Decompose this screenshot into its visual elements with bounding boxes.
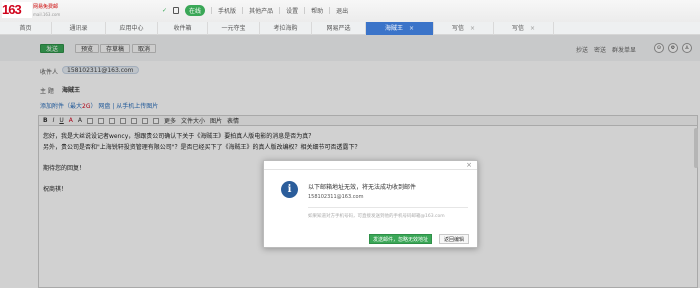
logo-number: 163 bbox=[2, 2, 22, 17]
nav-help[interactable]: 帮助 bbox=[311, 6, 323, 15]
tab-label: 网易严选 bbox=[326, 25, 351, 32]
divider bbox=[304, 7, 306, 14]
tab-label: 写信 bbox=[511, 25, 524, 32]
tab-inbox[interactable]: 收件箱 bbox=[158, 22, 208, 35]
tab-label: 考拉海购 bbox=[273, 25, 298, 32]
close-icon[interactable]: × bbox=[470, 25, 475, 32]
tab-compose-active[interactable]: 海賊王 × bbox=[366, 22, 434, 35]
invalid-address: 158102311@163.com bbox=[308, 194, 364, 200]
divider bbox=[329, 7, 331, 14]
close-icon[interactable]: × bbox=[409, 25, 414, 32]
online-status[interactable]: 在线 bbox=[185, 5, 206, 16]
tab-label: 应用中心 bbox=[119, 25, 144, 32]
tab-compose[interactable]: 写信 × bbox=[494, 22, 554, 35]
tab-kaola[interactable]: 考拉海购 bbox=[260, 22, 312, 35]
tab-label: 首页 bbox=[19, 25, 32, 32]
top-nav: ✓ 在线 手机版 其他产品 设置 帮助 退出 bbox=[162, 5, 348, 16]
divider bbox=[242, 7, 244, 14]
tab-home[interactable]: 首页 bbox=[0, 22, 52, 35]
tab-label: 海賊王 bbox=[384, 25, 403, 32]
tab-bar: 首页 通讯录 应用中心 收件箱 一元夺宝 考拉海购 网易严选 海賊王 × 写信 × … bbox=[0, 22, 700, 35]
logo-text: 网易免费邮 bbox=[33, 4, 59, 10]
close-icon[interactable]: × bbox=[466, 161, 472, 169]
divider bbox=[308, 207, 468, 208]
info-icon: i bbox=[281, 181, 298, 198]
dialog-title: 以下邮箱地址无效，将无法成功收到邮件 bbox=[308, 184, 417, 191]
send-anyway-button[interactable]: 发送邮件，忽略无效地址 bbox=[369, 234, 433, 244]
logo-subtitle: mail.163.com bbox=[33, 12, 61, 17]
invalid-address-dialog: × i 以下邮箱地址无效，将无法成功收到邮件 158102311@163.com… bbox=[263, 160, 478, 248]
divider bbox=[211, 7, 213, 14]
divider bbox=[279, 7, 281, 14]
tab-yiyuan[interactable]: 一元夺宝 bbox=[208, 22, 260, 35]
nav-settings[interactable]: 设置 bbox=[286, 6, 298, 15]
top-bar: 163 网易免费邮 mail.163.com ✓ 在线 手机版 其他产品 设置 … bbox=[0, 0, 700, 22]
tab-label: 收件箱 bbox=[173, 25, 192, 32]
check-icon: ✓ bbox=[162, 7, 168, 14]
phone-icon[interactable] bbox=[173, 7, 180, 14]
nav-other-products[interactable]: 其他产品 bbox=[249, 6, 273, 15]
logo[interactable]: 163 网易免费邮 bbox=[2, 2, 58, 18]
dialog-header: × bbox=[264, 161, 477, 170]
tab-app-center[interactable]: 应用中心 bbox=[106, 22, 158, 35]
tab-contacts[interactable]: 通讯录 bbox=[52, 22, 106, 35]
tab-label: 一元夺宝 bbox=[221, 25, 246, 32]
back-to-edit-button[interactable]: 返回编辑 bbox=[439, 234, 470, 244]
tab-label: 通讯录 bbox=[69, 25, 88, 32]
nav-logout[interactable]: 退出 bbox=[336, 6, 348, 15]
tab-label: 写信 bbox=[451, 25, 464, 32]
nav-mobile[interactable]: 手机版 bbox=[218, 6, 236, 15]
tab-yanxuan[interactable]: 网易严选 bbox=[312, 22, 366, 35]
dialog-hint: 如果知道对方手机号码，可直接发送到他的手机号码邮箱@163.com bbox=[308, 214, 445, 219]
tab-compose[interactable]: 写信 × bbox=[434, 22, 494, 35]
close-icon[interactable]: × bbox=[530, 25, 535, 32]
